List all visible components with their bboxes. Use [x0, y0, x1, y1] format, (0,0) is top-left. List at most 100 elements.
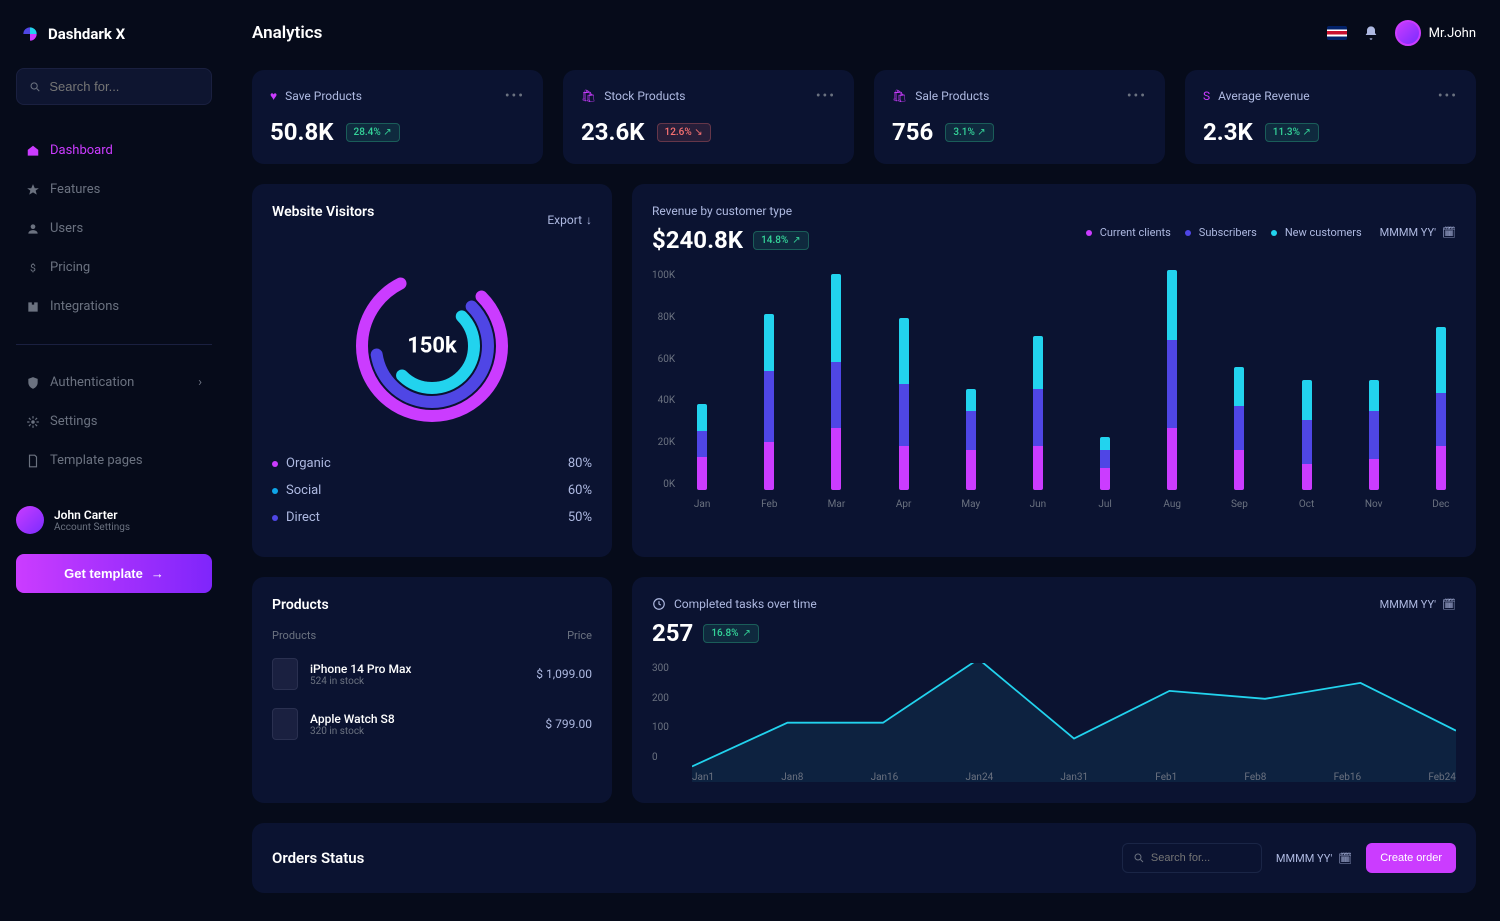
export-button[interactable]: Export ↓ — [547, 213, 592, 227]
tasks-date-picker[interactable]: MMMM YY' 🗓 — [1380, 598, 1456, 611]
stat-value: 23.6K — [581, 118, 645, 146]
stat-label: Sale Products — [915, 89, 989, 103]
product-stock: 320 in stock — [310, 726, 395, 737]
stat-value: 2.3K — [1203, 118, 1253, 146]
bar-Dec: Dec — [1426, 327, 1456, 490]
arrow-up-icon: ↗ — [792, 235, 800, 246]
revenue-change-badge: 14.8%↗ — [753, 231, 809, 250]
products-col-name: Products — [272, 629, 316, 642]
nav-users[interactable]: Users — [16, 211, 212, 246]
svg-text:$: $ — [30, 261, 36, 274]
tasks-title: Completed tasks over time — [674, 597, 817, 611]
legend-organic: Organic 80% — [272, 456, 592, 471]
bell-icon[interactable] — [1363, 25, 1379, 41]
arrow-right-icon: → — [151, 566, 164, 581]
legend-direct: Direct 50% — [272, 510, 592, 525]
product-stock: 524 in stock — [310, 676, 411, 687]
orders-search[interactable] — [1122, 843, 1262, 873]
more-icon[interactable]: ••• — [505, 88, 525, 104]
more-icon[interactable]: ••• — [816, 88, 836, 104]
bar-Oct: Oct — [1292, 380, 1322, 490]
nav-template-pages[interactable]: Template pages — [16, 443, 212, 478]
products-col-price: Price — [567, 629, 592, 642]
visitors-panel: Website Visitors Export ↓ 150k Organic — [252, 184, 612, 557]
chevron-right-icon: › — [198, 375, 202, 390]
page-title: Analytics — [252, 23, 322, 43]
user-avatar — [1395, 20, 1421, 46]
stat-label: Save Products — [285, 89, 362, 103]
tasks-change-badge: 16.8%↗ — [703, 624, 759, 643]
bar-Feb: Feb — [754, 314, 784, 490]
stat-change-badge: 12.6% ↘ — [657, 123, 711, 142]
product-row[interactable]: Apple Watch S8 320 in stock $ 799.00 — [272, 708, 592, 740]
products-panel: Products Products Price iPhone 14 Pro Ma… — [252, 577, 612, 803]
legend-new-customers: New customers — [1271, 226, 1362, 239]
stat-icon: ♥ — [270, 89, 277, 103]
product-name: iPhone 14 Pro Max — [310, 662, 411, 676]
stat-change-badge: 3.1% ↗ — [945, 123, 993, 142]
orders-search-input[interactable] — [1151, 852, 1251, 864]
nav-dashboard[interactable]: Dashboard — [16, 133, 212, 168]
orders-date-picker[interactable]: MMMM YY' 🗓 — [1276, 852, 1352, 865]
revenue-date-picker[interactable]: MMMM YY' 🗓 — [1380, 226, 1456, 239]
user-menu[interactable]: Mr.John — [1395, 20, 1476, 46]
stat-card-2: 🛍 Sale Products ••• 756 3.1% ↗ — [874, 70, 1165, 164]
shield-icon — [26, 376, 40, 390]
sidebar-search[interactable] — [16, 68, 212, 105]
revenue-panel: Revenue by customer type $240.8K 14.8%↗ … — [632, 184, 1476, 557]
legend-social: Social 60% — [272, 483, 592, 498]
puzzle-icon — [26, 300, 40, 314]
product-price: $ 799.00 — [545, 717, 592, 731]
bar-Sep: Sep — [1224, 367, 1254, 490]
nav-pricing[interactable]: $ Pricing — [16, 250, 212, 285]
product-image — [272, 708, 298, 740]
tasks-line-chart: 3002001000 Jan1Jan8Jan16Jan24Jan31Feb1Fe… — [652, 663, 1456, 783]
main-content: Analytics Mr.John ♥ Save Products ••• 50… — [228, 0, 1500, 921]
bar-Jun: Jun — [1023, 336, 1053, 490]
nav-authentication[interactable]: Authentication › — [16, 365, 212, 400]
product-price: $ 1,099.00 — [536, 667, 592, 681]
tasks-value: 257 — [652, 619, 693, 647]
flag-uk-icon[interactable] — [1327, 26, 1347, 40]
logo-icon — [20, 24, 40, 44]
more-icon[interactable]: ••• — [1438, 88, 1458, 104]
stat-card-3: S Average Revenue ••• 2.3K 11.3% ↗ — [1185, 70, 1476, 164]
stat-value: 50.8K — [270, 118, 334, 146]
sidebar: Dashdark X Dashboard Features Users $ Pr… — [0, 0, 228, 921]
orders-title: Orders Status — [272, 849, 364, 867]
stat-icon: S — [1203, 89, 1210, 103]
create-order-button[interactable]: Create order — [1366, 843, 1456, 873]
stat-change-badge: 28.4% ↗ — [346, 123, 400, 142]
stat-card-1: 🛍 Stock Products ••• 23.6K 12.6% ↘ — [563, 70, 854, 164]
brand-name: Dashdark X — [48, 25, 125, 43]
sidebar-search-input[interactable] — [49, 79, 199, 94]
stat-label: Average Revenue — [1218, 89, 1309, 103]
profile-row[interactable]: John Carter Account Settings — [16, 506, 212, 534]
bar-Jul: Jul — [1090, 437, 1120, 490]
bar-Mar: Mar — [821, 274, 851, 490]
nav-integrations[interactable]: Integrations — [16, 289, 212, 324]
donut-chart: 150k — [272, 256, 592, 436]
visitors-title: Website Visitors — [272, 204, 374, 220]
logo[interactable]: Dashdark X — [16, 24, 212, 44]
nav-features[interactable]: Features — [16, 172, 212, 207]
donut-center-value: 150k — [407, 334, 457, 359]
bar-Aug: Aug — [1157, 270, 1187, 490]
nav-settings[interactable]: Settings — [16, 404, 212, 439]
stat-change-badge: 11.3% ↗ — [1265, 123, 1319, 142]
home-icon — [26, 144, 40, 158]
gear-icon — [26, 415, 40, 429]
clock-icon — [652, 597, 666, 611]
dollar-icon: $ — [26, 261, 40, 275]
more-icon[interactable]: ••• — [1127, 88, 1147, 104]
bar-Apr: Apr — [889, 318, 919, 490]
stat-card-0: ♥ Save Products ••• 50.8K 28.4% ↗ — [252, 70, 543, 164]
bar-Jan: Jan — [687, 404, 717, 490]
revenue-title: Revenue by customer type — [652, 204, 1456, 218]
search-icon — [1133, 852, 1145, 864]
get-template-button[interactable]: Get template → — [16, 554, 212, 593]
product-image — [272, 658, 298, 690]
product-row[interactable]: iPhone 14 Pro Max 524 in stock $ 1,099.0… — [272, 658, 592, 690]
tasks-panel: Completed tasks over time MMMM YY' 🗓 257… — [632, 577, 1476, 803]
bar-Nov: Nov — [1359, 380, 1389, 490]
